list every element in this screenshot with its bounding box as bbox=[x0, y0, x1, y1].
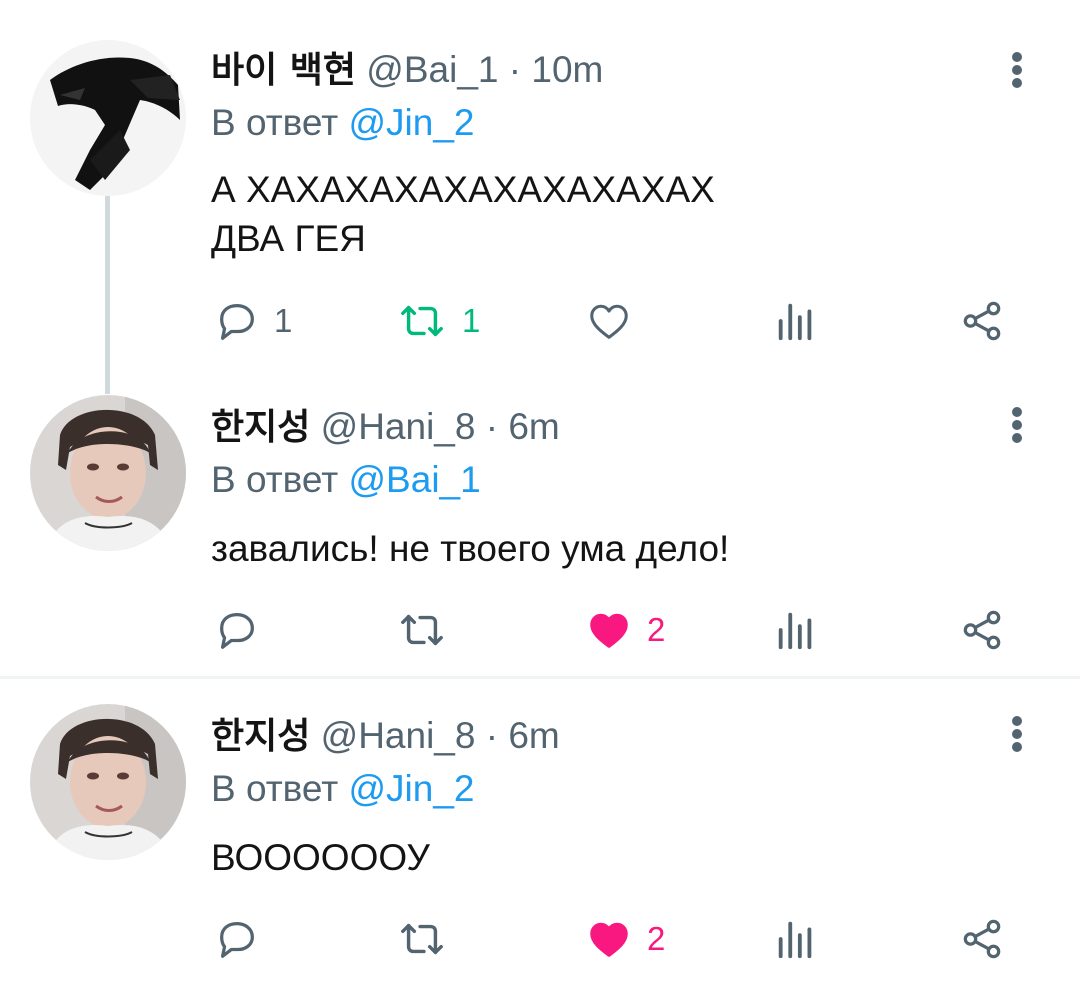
reply-context: В ответ @Jin_2 bbox=[211, 101, 475, 145]
reply-button[interactable] bbox=[214, 909, 274, 969]
retweet-icon bbox=[401, 305, 443, 337]
tweet-text: А ХАХАХАХАХАХАХАХАХАХ ДВА ГЕЯ bbox=[211, 169, 715, 259]
retweet-button[interactable]: 1 bbox=[396, 291, 480, 351]
author-handle[interactable]: @Hani_8 bbox=[321, 406, 476, 447]
reply-mention[interactable]: @Bai_1 bbox=[349, 459, 481, 500]
tweet-header: 한지성 @Hani_8 · 6m bbox=[211, 405, 560, 450]
share-icon bbox=[963, 610, 1001, 650]
reply-icon bbox=[220, 613, 254, 649]
analytics-button[interactable] bbox=[774, 291, 818, 351]
reply-icon bbox=[220, 922, 254, 958]
analytics-icon bbox=[778, 612, 812, 650]
timestamp[interactable]: 10m bbox=[531, 49, 603, 90]
share-button[interactable] bbox=[958, 291, 1006, 351]
tweet-text: ВООООООУ bbox=[211, 837, 430, 878]
reply-mention[interactable]: @Jin_2 bbox=[349, 768, 475, 809]
separator: · bbox=[485, 715, 499, 756]
tweet-header: 바이 백현 @Bai_1 · 10m bbox=[211, 48, 603, 93]
like-icon bbox=[590, 613, 628, 648]
retweet-icon bbox=[401, 614, 443, 646]
like-count: 2 bbox=[647, 611, 666, 648]
analytics-button[interactable] bbox=[774, 600, 818, 660]
more-options-icon[interactable] bbox=[1002, 403, 1032, 447]
action-bar: 1 1 bbox=[0, 291, 1080, 351]
analytics-icon bbox=[778, 303, 812, 341]
author-name[interactable]: 한지성 bbox=[211, 716, 310, 757]
retweet-count: 1 bbox=[462, 302, 481, 339]
tweet-header: 한지성 @Hani_8 · 6m bbox=[211, 714, 560, 759]
author-name[interactable]: 바이 백현 bbox=[211, 50, 356, 91]
share-button[interactable] bbox=[958, 909, 1006, 969]
share-button[interactable] bbox=[958, 600, 1006, 660]
reply-button[interactable]: 1 bbox=[214, 291, 292, 351]
reply-count: 1 bbox=[274, 302, 293, 339]
retweet-button[interactable] bbox=[396, 909, 462, 969]
separator: · bbox=[485, 406, 499, 447]
analytics-button[interactable] bbox=[774, 909, 818, 969]
avatar[interactable] bbox=[30, 395, 186, 551]
avatar[interactable] bbox=[30, 40, 186, 196]
reply-mention[interactable]: @Jin_2 bbox=[349, 102, 475, 143]
like-count: 2 bbox=[647, 920, 666, 957]
like-button[interactable] bbox=[585, 291, 647, 351]
timestamp[interactable]: 6m bbox=[508, 406, 559, 447]
reply-button[interactable] bbox=[214, 600, 274, 660]
action-bar: 2 bbox=[0, 909, 1080, 969]
reply-prefix: В ответ bbox=[211, 768, 339, 809]
reply-context: В ответ @Jin_2 bbox=[211, 767, 475, 811]
tweet-text: завались! не твоего ума дело! bbox=[211, 528, 730, 569]
like-button[interactable]: 2 bbox=[585, 600, 665, 660]
author-handle[interactable]: @Bai_1 bbox=[366, 49, 498, 90]
like-icon bbox=[590, 304, 628, 339]
reply-prefix: В ответ bbox=[211, 102, 339, 143]
like-icon bbox=[590, 922, 628, 957]
retweet-icon bbox=[401, 923, 443, 955]
like-button[interactable]: 2 bbox=[585, 909, 665, 969]
reply-prefix: В ответ bbox=[211, 459, 339, 500]
share-icon bbox=[963, 301, 1001, 341]
avatar[interactable] bbox=[30, 704, 186, 860]
timestamp[interactable]: 6m bbox=[508, 715, 559, 756]
reply-icon bbox=[220, 304, 254, 340]
analytics-icon bbox=[778, 921, 812, 959]
tweet-divider bbox=[0, 676, 1080, 679]
separator: · bbox=[508, 49, 522, 90]
more-options-icon[interactable] bbox=[1002, 48, 1032, 92]
action-bar: 2 bbox=[0, 600, 1080, 660]
author-name[interactable]: 한지성 bbox=[211, 407, 310, 448]
reply-context: В ответ @Bai_1 bbox=[211, 458, 481, 502]
share-icon bbox=[963, 919, 1001, 959]
retweet-button[interactable] bbox=[396, 600, 462, 660]
author-handle[interactable]: @Hani_8 bbox=[321, 715, 476, 756]
more-options-icon[interactable] bbox=[1002, 712, 1032, 756]
